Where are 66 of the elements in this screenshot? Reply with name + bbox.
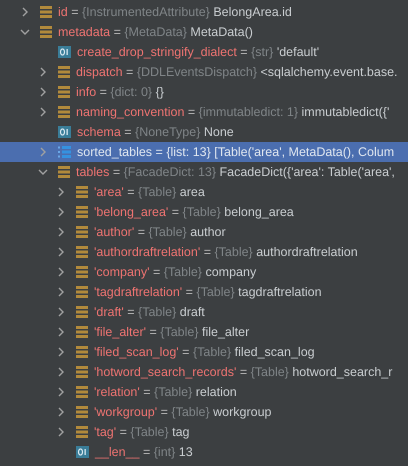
object-bars-icon (76, 206, 88, 218)
variable-entry: 'relation' = {Table} relation (94, 385, 237, 399)
object-bars-icon (76, 326, 88, 338)
object-bars-icon (58, 166, 70, 178)
variable-entry: dispatch = {DDLEventsDispatch} <sqlalchemy.event.base. (76, 65, 398, 79)
variable-entry: naming_convention = {immutabledict: 1} immutabledict({' (76, 105, 390, 119)
object-bars-icon (76, 346, 88, 358)
variable-entry: 'authordraftrelation' = {Table} authordraftrelation (94, 245, 358, 259)
variable-entry: __len__ = {int} 13 (95, 445, 193, 459)
object-bars-icon (76, 426, 88, 438)
variable-entry: id = {InstrumentedAttribute} BelongArea.id (58, 5, 292, 19)
variable-entry: create_drop_stringify_dialect = {str} 'default' (77, 45, 320, 59)
object-bars-icon (76, 266, 88, 278)
collapsed-chevron-icon[interactable] (56, 307, 66, 317)
expanded-chevron-icon[interactable] (20, 27, 30, 37)
collapsed-chevron-icon[interactable] (56, 407, 66, 417)
expanded-chevron-icon[interactable] (38, 167, 48, 177)
selected-row[interactable]: sorted_tables = {list: 13} [Table('area', MetaData(), Colum (0, 142, 408, 162)
object-bars-icon (76, 226, 88, 238)
object-bars-icon (76, 286, 88, 298)
numbered-list-icon (58, 146, 71, 158)
primitive-value-icon (58, 126, 71, 138)
variable-entry: metadata = {MetaData} MetaData() (58, 25, 253, 39)
collapsed-chevron-icon[interactable] (38, 67, 48, 77)
collapsed-chevron-icon[interactable] (56, 427, 66, 437)
object-bars-icon (76, 186, 88, 198)
object-bars-icon (40, 6, 52, 18)
collapsed-chevron-icon[interactable] (56, 387, 66, 397)
collapsed-chevron-icon[interactable] (38, 87, 48, 97)
collapsed-chevron-icon[interactable] (56, 207, 66, 217)
variable-entry: sorted_tables = {list: 13} [Table('area', MetaData(), Colum (77, 145, 394, 159)
collapsed-chevron-icon[interactable] (56, 187, 66, 197)
object-bars-icon (76, 306, 88, 318)
variable-entry: schema = {NoneType} None (77, 125, 234, 139)
variable-entry: info = {dict: 0} {} (76, 85, 164, 99)
collapsed-chevron-icon[interactable] (56, 367, 66, 377)
object-bars-icon (76, 406, 88, 418)
object-bars-icon (58, 86, 70, 98)
primitive-value-icon (76, 446, 89, 458)
variable-entry: 'file_alter' = {Table} file_alter (94, 325, 250, 339)
variable-entry: 'filed_scan_log' = {Table} filed_scan_log (94, 345, 315, 359)
object-bars-icon (76, 366, 88, 378)
variable-entry: 'area' = {Table} area (94, 185, 205, 199)
object-bars-icon (76, 386, 88, 398)
primitive-value-icon (58, 46, 71, 58)
object-bars-icon (58, 66, 70, 78)
collapsed-chevron-icon[interactable] (56, 347, 66, 357)
variable-entry: 'company' = {Table} company (94, 265, 256, 279)
variable-entry: 'tag' = {Table} tag (94, 425, 190, 439)
variable-entry: tables = {FacadeDict: 13} FacadeDict({'area': Table('area', (76, 165, 395, 179)
object-bars-icon (58, 106, 70, 118)
collapsed-chevron-icon[interactable] (56, 267, 66, 277)
object-bars-icon (76, 246, 88, 258)
variable-entry: 'author' = {Table} author (94, 225, 226, 239)
collapsed-chevron-icon[interactable] (56, 287, 66, 297)
object-bars-icon (40, 26, 52, 38)
collapsed-chevron-icon[interactable] (38, 107, 48, 117)
collapsed-chevron-icon[interactable] (56, 247, 66, 257)
variable-entry: 'workgroup' = {Table} workgroup (94, 405, 272, 419)
variable-entry: 'draft' = {Table} draft (94, 305, 205, 319)
variable-entry: 'hotword_search_records' = {Table} hotword_search_r (94, 365, 392, 379)
collapsed-chevron-icon[interactable] (56, 327, 66, 337)
variable-entry: 'tagdraftrelation' = {Table} tagdraftrelation (94, 285, 322, 299)
collapsed-chevron-icon[interactable] (56, 227, 66, 237)
collapsed-chevron-icon[interactable] (20, 7, 30, 17)
variable-entry: 'belong_area' = {Table} belong_area (94, 205, 294, 219)
